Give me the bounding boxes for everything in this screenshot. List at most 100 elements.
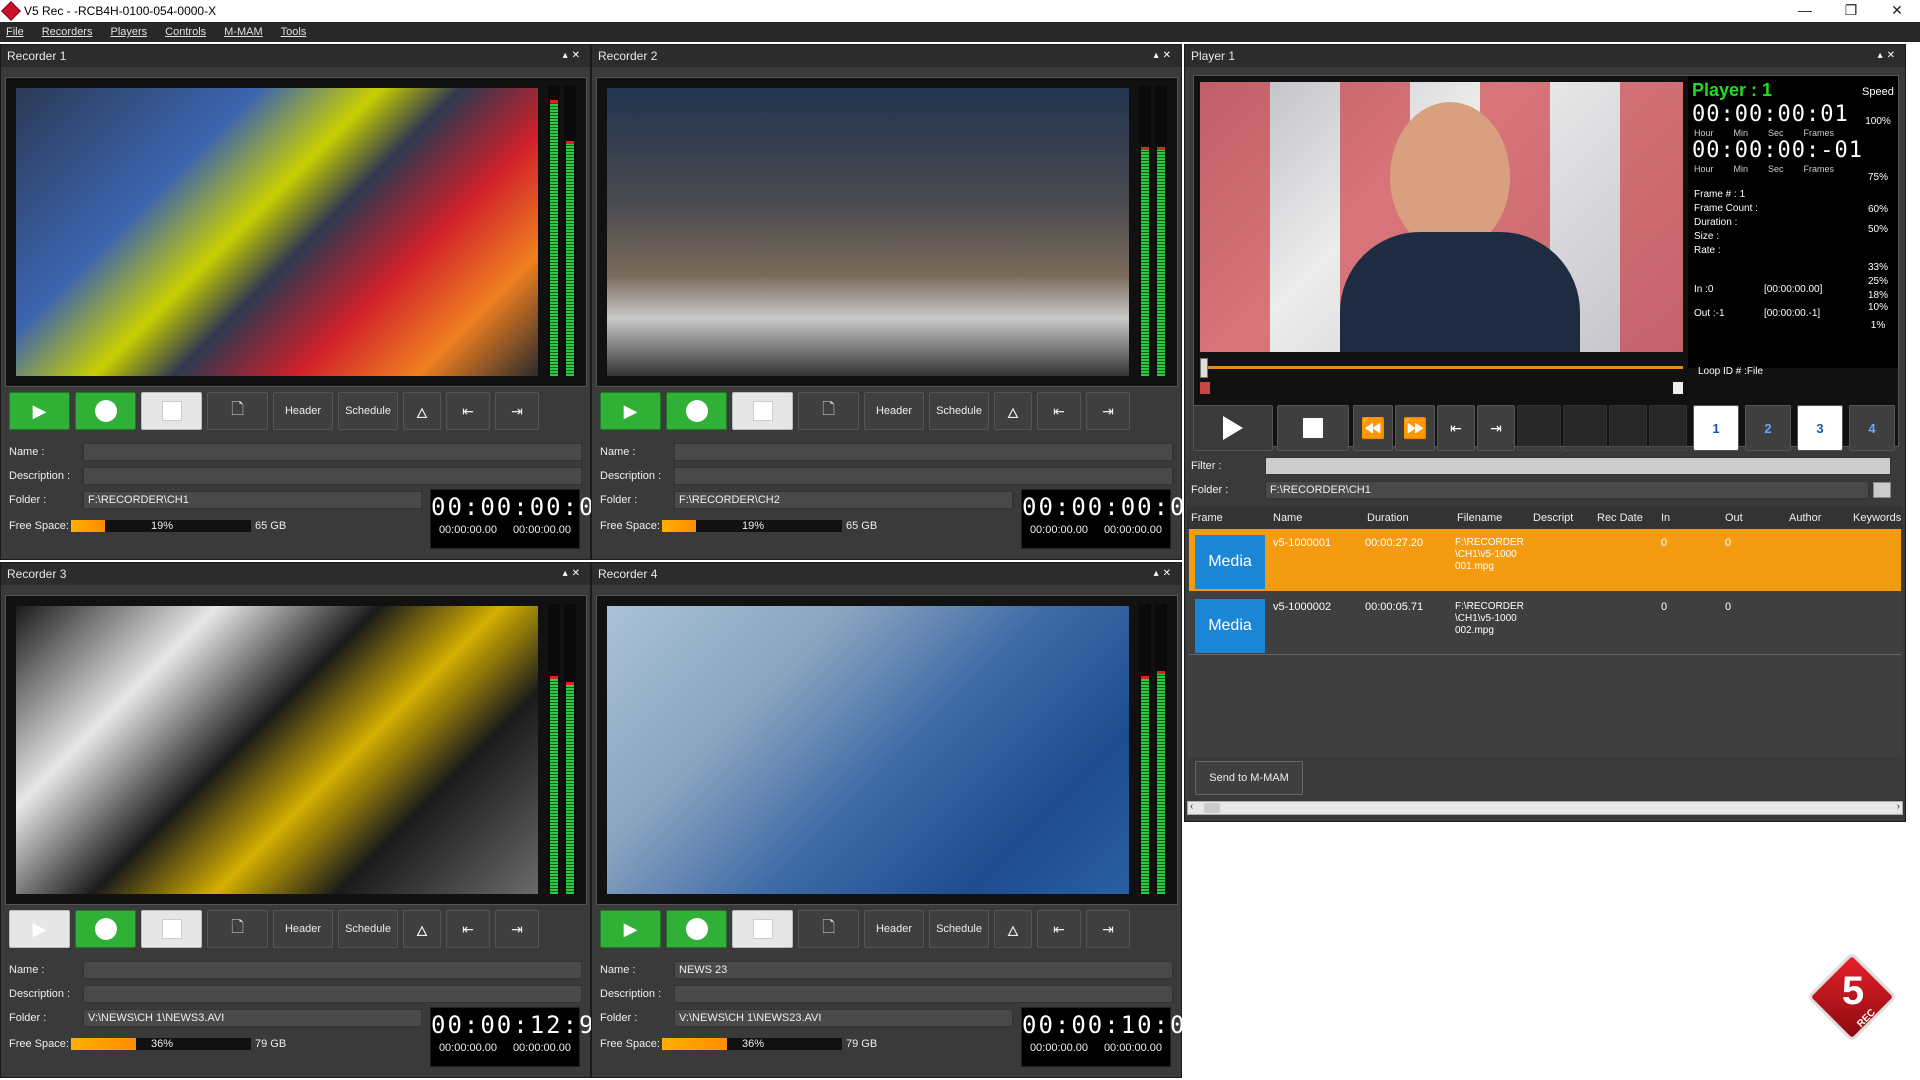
panel-controls[interactable]: ▴✕ (563, 563, 584, 585)
mark-in-button[interactable]: ⇤ (1437, 405, 1475, 451)
slot-2-button[interactable]: 2 (1745, 405, 1791, 451)
timeline-cursor[interactable] (1200, 358, 1208, 378)
stop-button[interactable] (1277, 405, 1349, 451)
speed-10[interactable]: 10% (1856, 302, 1898, 313)
schedule-button[interactable]: Schedule (929, 910, 989, 948)
speed-60[interactable]: 60% (1856, 204, 1898, 215)
menu-tools[interactable]: Tools (281, 26, 307, 38)
burn-button[interactable]: 🜂 (994, 392, 1032, 430)
record-button[interactable] (666, 392, 727, 430)
col-name[interactable]: Name (1273, 507, 1302, 529)
burn-button[interactable]: 🜂 (403, 910, 441, 948)
schedule-button[interactable]: Schedule (338, 910, 398, 948)
speed-25[interactable]: 25% (1856, 276, 1898, 287)
mark-in-button[interactable]: ⇤ (1037, 910, 1081, 948)
name-input[interactable] (83, 443, 582, 461)
col-filename[interactable]: Filename (1457, 507, 1502, 529)
out-marker[interactable] (1673, 382, 1683, 394)
fast-forward-button[interactable]: ⏩ (1395, 405, 1435, 451)
new-file-button[interactable]: 🗋 (207, 392, 268, 430)
schedule-button[interactable]: Schedule (929, 392, 989, 430)
name-input[interactable] (674, 443, 1173, 461)
scroll-left-icon[interactable]: ‹ (1190, 801, 1193, 812)
header-button[interactable]: Header (864, 910, 924, 948)
panel-controls[interactable]: ▴✕ (1154, 563, 1175, 585)
minimize-button[interactable]: — (1782, 0, 1828, 22)
burn-button[interactable]: 🜂 (403, 392, 441, 430)
header-button[interactable]: Header (273, 910, 333, 948)
record-button[interactable] (666, 910, 727, 948)
description-input[interactable] (674, 467, 1173, 485)
menu-m-mam[interactable]: M-MAM (224, 26, 263, 38)
mark-in-button[interactable]: ⇤ (446, 392, 490, 430)
panel-controls[interactable]: ▴✕ (563, 45, 584, 67)
header-button[interactable]: Header (273, 392, 333, 430)
new-file-button[interactable]: 🗋 (798, 392, 859, 430)
description-input[interactable] (674, 985, 1173, 1003)
record-button[interactable] (75, 910, 136, 948)
speed-18[interactable]: 18% (1856, 290, 1898, 301)
horizontal-scrollbar[interactable]: ‹ › (1187, 801, 1903, 815)
menu-file[interactable]: File (6, 26, 24, 38)
speed-75[interactable]: 75% (1856, 172, 1898, 183)
folder-field[interactable]: F:\RECORDER\CH1 (83, 491, 422, 509)
rewind-button[interactable]: ⏪ (1353, 405, 1393, 451)
browse-folder-icon[interactable] (1873, 482, 1891, 498)
col-rec-date[interactable]: Rec Date (1597, 507, 1643, 529)
mark-out-button[interactable]: ⇥ (1086, 392, 1130, 430)
media-row[interactable]: Media v5-1000002 00:00:05.71 F:\RECORDER… (1189, 593, 1901, 655)
menu-players[interactable]: Players (110, 26, 147, 38)
col-in[interactable]: In (1661, 507, 1670, 529)
send-to-mmam-button[interactable]: Send to M-MAM (1195, 761, 1303, 795)
scroll-thumb[interactable] (1204, 803, 1220, 813)
new-file-button[interactable]: 🗋 (207, 910, 268, 948)
play-button[interactable] (1193, 405, 1273, 451)
col-duration[interactable]: Duration (1367, 507, 1409, 529)
play-record-button[interactable]: ▶ (600, 910, 661, 948)
mark-out-button[interactable]: ⇥ (1477, 405, 1515, 451)
scroll-right-icon[interactable]: › (1897, 801, 1900, 812)
filter-input[interactable] (1265, 457, 1891, 475)
col-out[interactable]: Out (1725, 507, 1743, 529)
player-folder-field[interactable]: F:\RECORDER\CH1 (1265, 481, 1869, 499)
slot-3-button[interactable]: 3 (1797, 405, 1843, 451)
mark-out-button[interactable]: ⇥ (495, 392, 539, 430)
slot-1-button[interactable]: 1 (1693, 405, 1739, 451)
col-frame[interactable]: Frame (1191, 507, 1223, 529)
header-button[interactable]: Header (864, 392, 924, 430)
mark-out-button[interactable]: ⇥ (495, 910, 539, 948)
stop-button[interactable] (141, 910, 202, 948)
name-input[interactable]: NEWS 23 (674, 961, 1173, 979)
speed-50[interactable]: 50% (1856, 224, 1898, 235)
maximize-button[interactable]: ❐ (1828, 0, 1874, 22)
menu-recorders[interactable]: Recorders (42, 26, 93, 38)
close-window-button[interactable]: ✕ (1874, 0, 1920, 22)
media-row[interactable]: Media v5-1000001 00:00:27.20 F:\RECORDER… (1189, 529, 1901, 591)
speed-1[interactable]: 1% (1856, 320, 1898, 331)
speed-33[interactable]: 33% (1856, 262, 1898, 273)
stop-button[interactable] (732, 910, 793, 948)
description-input[interactable] (83, 985, 582, 1003)
folder-field[interactable]: F:\RECORDER\CH2 (674, 491, 1013, 509)
description-input[interactable] (83, 467, 582, 485)
goto-out-button[interactable] (1563, 405, 1607, 451)
speed-100[interactable]: 100% (1856, 116, 1898, 127)
in-marker[interactable] (1200, 382, 1210, 394)
folder-field[interactable]: V:\NEWS\CH 1\NEWS3.AVI (83, 1009, 422, 1027)
player-timeline[interactable] (1200, 358, 1683, 394)
mark-in-button[interactable]: ⇤ (1037, 392, 1081, 430)
schedule-button[interactable]: Schedule (338, 392, 398, 430)
burn-button[interactable]: 🜂 (994, 910, 1032, 948)
menu-controls[interactable]: Controls (165, 26, 206, 38)
slot-4-button[interactable]: 4 (1849, 405, 1895, 451)
record-button[interactable] (75, 392, 136, 430)
panel-controls[interactable]: ▴✕ (1154, 45, 1175, 67)
add-button[interactable] (1609, 405, 1647, 451)
goto-in-button[interactable] (1517, 405, 1561, 451)
stop-button[interactable] (732, 392, 793, 430)
name-input[interactable] (83, 961, 582, 979)
col-descript[interactable]: Descript (1533, 507, 1573, 529)
new-file-button[interactable]: 🗋 (798, 910, 859, 948)
panel-controls[interactable]: ▴✕ (1878, 45, 1899, 67)
stop-button[interactable] (141, 392, 202, 430)
